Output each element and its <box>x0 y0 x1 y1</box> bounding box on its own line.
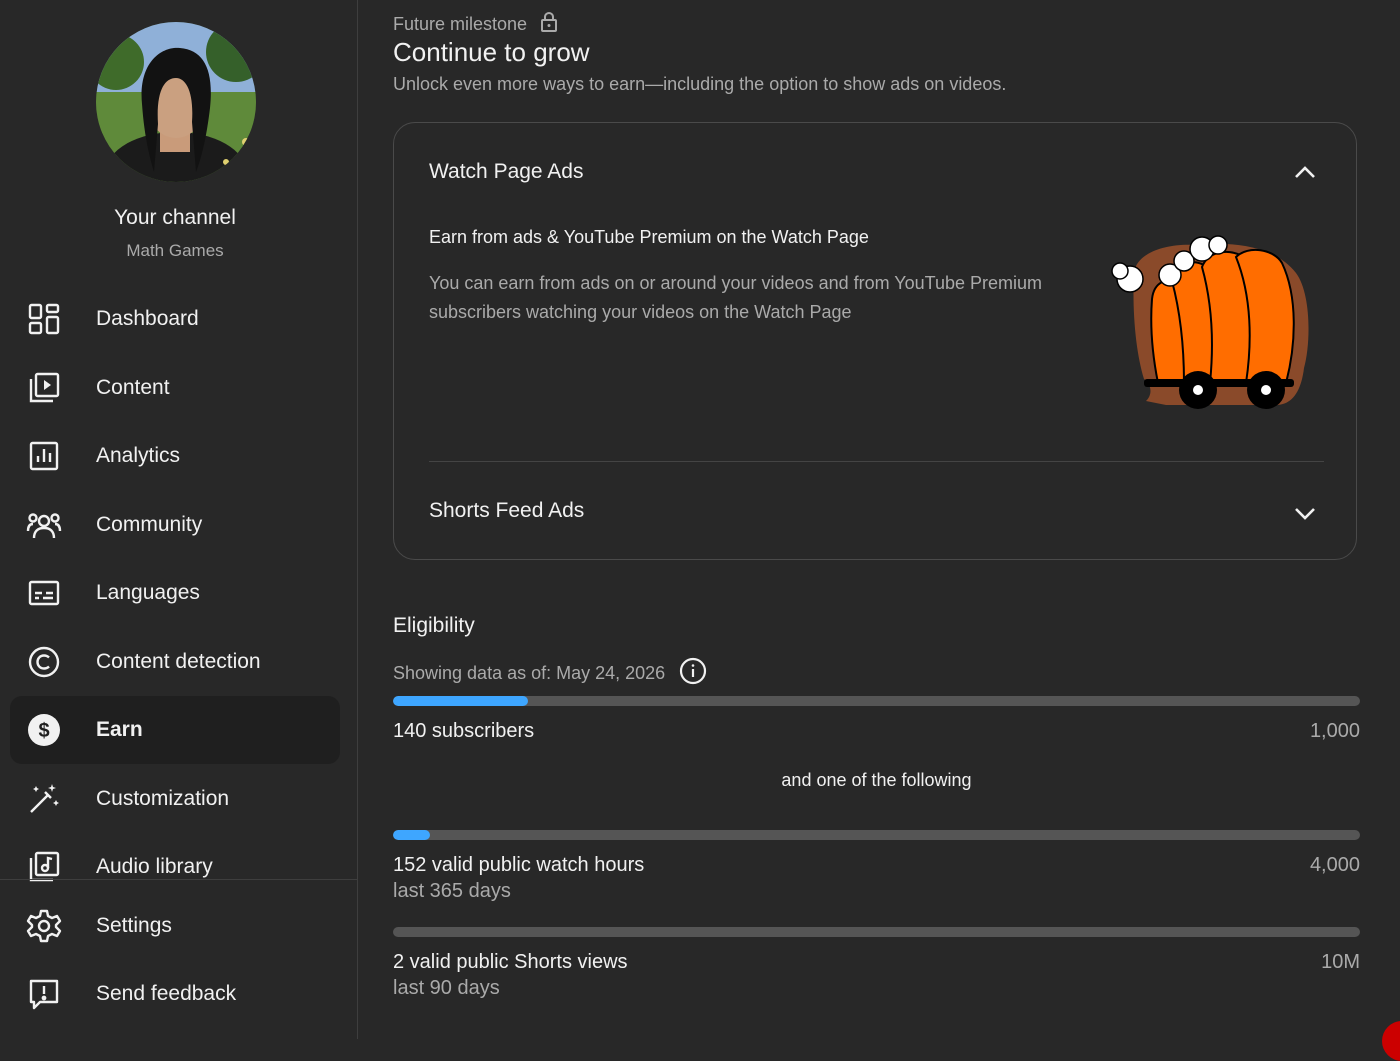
shorts-views-label: 2 valid public Shorts views <box>393 951 628 973</box>
shorts-feed-ads-title[interactable]: Shorts Feed Ads <box>429 499 584 523</box>
watch-hours-target: 4,000 <box>1309 854 1360 876</box>
watch-hours-period: last 365 days <box>393 880 511 902</box>
channel-name: Math Games <box>126 241 224 260</box>
copyright-icon <box>26 644 62 680</box>
sidebar-item-label: Languages <box>96 581 200 604</box>
shorts-views-progress-bar <box>393 927 1360 937</box>
magic-wand-icon <box>26 781 62 817</box>
subscribers-target: 1,000 <box>1309 720 1360 742</box>
sidebar-item-audio-library[interactable]: Audio library <box>10 833 340 901</box>
eligibility-date: Showing data as of: May 24, 2026 <box>393 657 707 690</box>
sidebar-item-send-feedback[interactable]: Send feedback <box>10 960 340 1028</box>
eligibility-title: Eligibility <box>393 614 475 637</box>
ads-cart-illustration <box>1106 233 1316 418</box>
notification-dot <box>1382 1021 1400 1061</box>
subtitles-icon <box>26 575 62 611</box>
sidebar-divider <box>0 879 357 880</box>
sidebar-item-label: Send feedback <box>96 982 237 1005</box>
milestone-label: Future milestone <box>393 11 559 38</box>
main-content: Future milestone Continue to grow Unlock… <box>358 0 1400 1061</box>
milestone-description: Unlock even more ways to earn—including … <box>393 74 1007 94</box>
progress-fill <box>393 696 529 706</box>
watch-hours-label: 152 valid public watch hours <box>393 854 645 876</box>
ads-card: Watch Page Ads Earn from ads & YouTube P… <box>393 122 1357 560</box>
sidebar-item-customization[interactable]: Customization <box>10 765 340 833</box>
sidebar-item-label: Customization <box>96 787 230 810</box>
channel-avatar[interactable] <box>96 22 256 182</box>
sidebar-item-content[interactable]: Content <box>10 354 340 422</box>
channel-title: Your channel <box>114 206 236 229</box>
sidebar-item-earn[interactable]: $ Earn <box>10 696 340 764</box>
milestone-label-text: Future milestone <box>393 14 528 34</box>
content-icon <box>26 370 62 406</box>
progress-fill <box>393 830 430 840</box>
sidebar: Your channel Math Games Dashboard Conten… <box>0 0 358 1039</box>
sidebar-item-label: Content <box>96 376 170 399</box>
shorts-views-target: 10M <box>1321 951 1360 973</box>
sidebar-item-label: Analytics <box>96 444 181 467</box>
watch-hours-progress-bar <box>393 830 1360 840</box>
milestone-title: Continue to grow <box>393 37 590 67</box>
shorts-views-period: last 90 days <box>393 977 500 999</box>
dollar-icon: $ <box>26 712 62 748</box>
sidebar-item-label: Settings <box>96 914 172 937</box>
dashboard-icon <box>26 301 62 337</box>
info-icon[interactable] <box>679 657 707 690</box>
sidebar-item-label: Community <box>96 513 203 536</box>
gear-icon <box>26 908 62 944</box>
lock-icon <box>539 11 559 38</box>
watch-page-ads-heading: Earn from ads & YouTube Premium on the W… <box>429 227 869 247</box>
sidebar-item-label: Content detection <box>96 650 261 673</box>
sidebar-item-community[interactable]: Community <box>10 491 340 559</box>
sidebar-item-dashboard[interactable]: Dashboard <box>10 285 340 353</box>
chevron-down-icon[interactable] <box>1292 500 1318 526</box>
sidebar-item-label: Earn <box>96 718 143 741</box>
sidebar-item-analytics[interactable]: Analytics <box>10 422 340 490</box>
svg-text:$: $ <box>38 720 49 742</box>
subscribers-label: 140 subscribers <box>393 720 535 742</box>
community-icon <box>26 507 62 543</box>
accordion-divider <box>429 461 1324 462</box>
sidebar-item-languages[interactable]: Languages <box>10 559 340 627</box>
watch-page-ads-description: You can earn from ads on or around your … <box>429 273 1043 322</box>
and-one-of-following: and one of the following <box>781 770 972 790</box>
sidebar-item-label: Dashboard <box>96 307 199 330</box>
sidebar-item-settings[interactable]: Settings <box>10 892 340 960</box>
sidebar-item-content-detection[interactable]: Content detection <box>10 628 340 696</box>
eligibility-date-text: Showing data as of: May 24, 2026 <box>393 663 666 683</box>
feedback-icon <box>26 976 62 1012</box>
watch-page-ads-title[interactable]: Watch Page Ads <box>429 160 583 184</box>
subscribers-progress-bar <box>393 696 1360 706</box>
analytics-icon <box>26 438 62 474</box>
sidebar-item-label: Audio library <box>96 855 213 878</box>
chevron-up-icon[interactable] <box>1292 160 1318 186</box>
